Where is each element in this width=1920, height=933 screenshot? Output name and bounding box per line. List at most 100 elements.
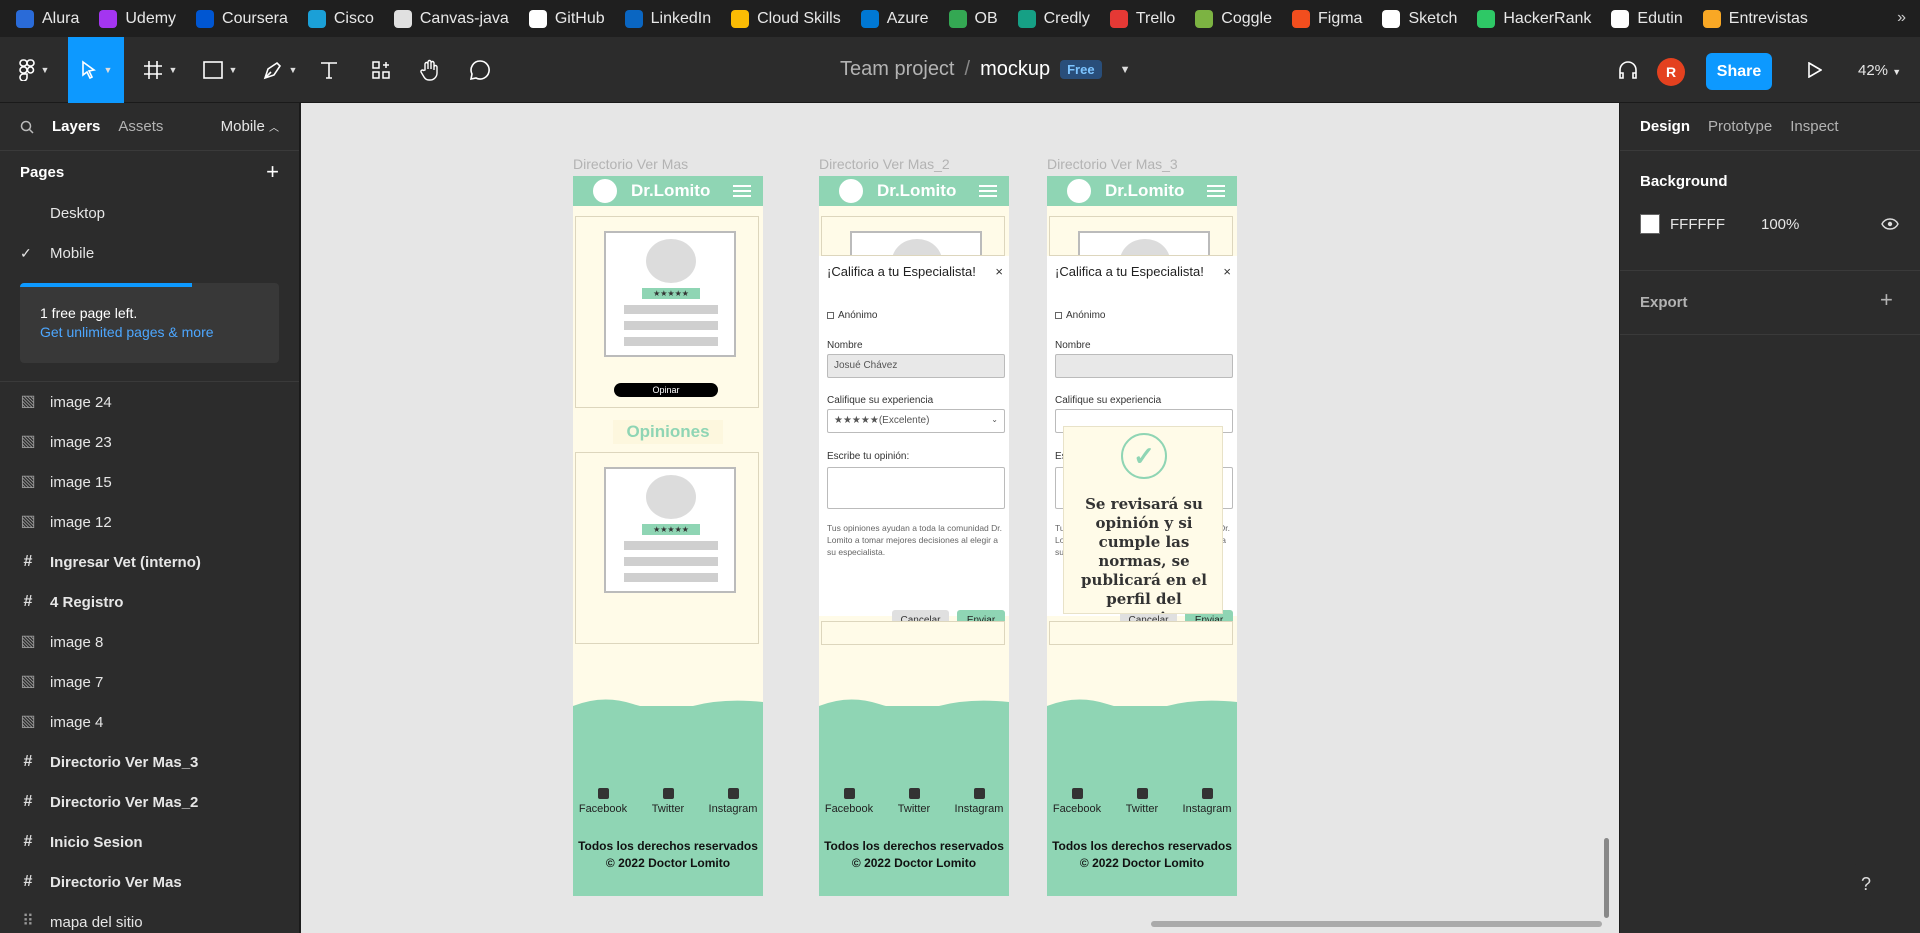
background-hex-input[interactable]: FFFFFF (1670, 216, 1725, 233)
avatar-placeholder (1120, 239, 1170, 255)
layer-item[interactable]: # Ingresar Vet (interno) (0, 542, 299, 582)
checkbox-box (827, 311, 834, 319)
vertical-scrollbar[interactable] (1604, 838, 1609, 918)
page-item-mobile[interactable]: ✓ Mobile (0, 233, 299, 273)
free-pages-promo: 1 free page left. Get unlimited pages & … (20, 283, 279, 363)
footer-wave: Facebook Twitter Instagram Todos los der… (819, 699, 1009, 896)
instagram-label: Instagram (1182, 803, 1232, 815)
add-export-plus-icon[interactable]: + (1880, 287, 1893, 313)
help-button[interactable]: ? (1844, 862, 1888, 906)
text-tool-button[interactable] (318, 37, 340, 103)
bookmark-label: Sketch (1408, 9, 1458, 27)
pen-icon (263, 61, 281, 80)
bookmark-coursera[interactable]: Coursera (196, 9, 288, 28)
tab-layers[interactable]: Layers (52, 118, 100, 135)
hand-tool-button[interactable] (418, 37, 442, 103)
hamburger-menu-icon (979, 185, 997, 197)
user-avatar[interactable]: R (1657, 58, 1685, 86)
layer-item[interactable]: ▧ image 23 (0, 422, 299, 462)
bookmark-sketch[interactable]: Sketch (1382, 9, 1458, 28)
move-tool-button[interactable]: ▼ (68, 37, 124, 103)
shape-tool-button[interactable]: ▼ (198, 37, 242, 103)
bookmark-linkedin[interactable]: LinkedIn (624, 9, 711, 28)
components-icon (372, 61, 390, 79)
tab-assets[interactable]: Assets (118, 118, 163, 135)
bookmark-credly[interactable]: Credly (1017, 9, 1090, 28)
layer-item[interactable]: ▧ image 4 (0, 702, 299, 742)
team-name[interactable]: Team project (840, 58, 955, 81)
page-switcher[interactable]: Mobile ︿ (221, 118, 279, 135)
mobile-frame-directorio-ver-mas-2[interactable]: Dr.Lomito ¡Califica a tu Especialista! ×… (819, 176, 1009, 896)
layer-item[interactable]: ▧ image 8 (0, 622, 299, 662)
background-color-swatch[interactable] (1640, 214, 1660, 234)
text-line (624, 541, 718, 550)
bookmark-edutin[interactable]: Edutin (1611, 9, 1683, 28)
rating-modal: ¡Califica a tu Especialista! × Anónimo N… (1047, 256, 1237, 632)
layer-label: image 24 (50, 393, 112, 411)
layer-item[interactable]: # Directorio Ver Mas_2 (0, 782, 299, 822)
plan-badge[interactable]: Free (1060, 60, 1102, 79)
bookmark-cloud-skills[interactable]: Cloud Skills (731, 9, 841, 28)
layer-item[interactable]: # Inicio Sesion (0, 822, 299, 862)
bookmark-figma[interactable]: Figma (1291, 9, 1362, 28)
mobile-frame-directorio-ver-mas-3[interactable]: Dr.Lomito ¡Califica a tu Especialista! ×… (1047, 176, 1237, 896)
bookmark-label: Cisco (333, 9, 374, 27)
tab-prototype[interactable]: Prototype (1708, 118, 1772, 135)
horizontal-scrollbar[interactable] (1151, 921, 1602, 927)
layer-item[interactable]: ▧ image 24 (0, 382, 299, 422)
layer-item[interactable]: #4 Registro (0, 582, 299, 622)
tab-inspect[interactable]: Inspect (1790, 118, 1838, 135)
mobile-frame-directorio-ver-mas[interactable]: Dr.Lomito ★★★★★ Opinar Opiniones ★★★★★ F… (573, 176, 763, 896)
frame-label[interactable]: Directorio Ver Mas_2 (819, 156, 950, 172)
layer-label: Inicio Sesion (50, 833, 143, 851)
facebook-label: Facebook (824, 803, 874, 815)
share-button[interactable]: Share (1706, 53, 1772, 90)
bookmark-udemy[interactable]: Udemy (99, 9, 176, 28)
search-icon[interactable] (20, 120, 34, 134)
bookmark-github[interactable]: GitHub (528, 9, 605, 28)
brand-name: Dr.Lomito (1105, 181, 1185, 200)
frame-hash-icon: # (23, 873, 33, 890)
layer-label: image 8 (50, 633, 104, 651)
resources-tool-button[interactable] (370, 37, 392, 103)
instagram-link: Instagram (703, 788, 763, 815)
background-opacity-input[interactable]: 100% (1761, 216, 1799, 233)
comment-tool-button[interactable] (468, 37, 492, 103)
bookmark-cisco[interactable]: Cisco (307, 9, 374, 28)
pen-tool-button[interactable]: ▼ (258, 37, 302, 103)
layer-item[interactable]: ▧ image 7 (0, 662, 299, 702)
frame-label[interactable]: Directorio Ver Mas_3 (1047, 156, 1178, 172)
spotlight-button[interactable] (1614, 37, 1642, 103)
layer-item[interactable]: ▧ image 12 (0, 502, 299, 542)
layer-item[interactable]: ⠿ mapa del sitio (0, 902, 299, 933)
tab-design[interactable]: Design (1640, 118, 1690, 135)
present-button[interactable] (1802, 37, 1828, 103)
bookmarks-more-button[interactable]: » (1897, 9, 1906, 27)
bookmark-azure[interactable]: Azure (860, 9, 929, 28)
chevron-up-icon: ︿ (269, 123, 279, 134)
design-canvas[interactable]: Directorio Ver Mas Dr.Lomito ★★★★★ Opina… (301, 103, 1619, 933)
layer-item[interactable]: # Directorio Ver Mas (0, 862, 299, 902)
bookmark-trello[interactable]: Trello (1109, 9, 1175, 28)
frame-tool-button[interactable]: ▼ (136, 37, 184, 103)
left-panel: Layers Assets Mobile ︿ Pages + Desktop ✓… (0, 103, 300, 933)
bookmark-canvas-java[interactable]: Canvas-java (393, 9, 509, 28)
file-name[interactable]: mockup (980, 58, 1050, 81)
bookmark-entrevistas[interactable]: Entrevistas (1702, 9, 1808, 28)
layer-label: image 23 (50, 433, 112, 451)
page-item-desktop[interactable]: Desktop (0, 193, 299, 233)
layer-item[interactable]: # Directorio Ver Mas_3 (0, 742, 299, 782)
frame-label[interactable]: Directorio Ver Mas (573, 156, 688, 172)
chevron-down-icon[interactable]: ▼ (1120, 64, 1131, 76)
image-icon: ▧ (20, 473, 36, 490)
bookmark-ob[interactable]: OB (948, 9, 998, 28)
bookmark-alura[interactable]: Alura (16, 9, 79, 28)
layer-item[interactable]: ▧ image 15 (0, 462, 299, 502)
bookmark-coggle[interactable]: Coggle (1195, 9, 1272, 28)
eye-icon[interactable] (1881, 218, 1899, 230)
main-menu-button[interactable]: ▼ (14, 37, 54, 103)
zoom-level-dropdown[interactable]: 42% ▼ (1858, 62, 1901, 79)
upgrade-link[interactable]: Get unlimited pages & more (40, 324, 279, 340)
bookmark-hackerrank[interactable]: HackerRank (1477, 9, 1591, 28)
add-page-plus-icon[interactable]: + (266, 159, 279, 185)
